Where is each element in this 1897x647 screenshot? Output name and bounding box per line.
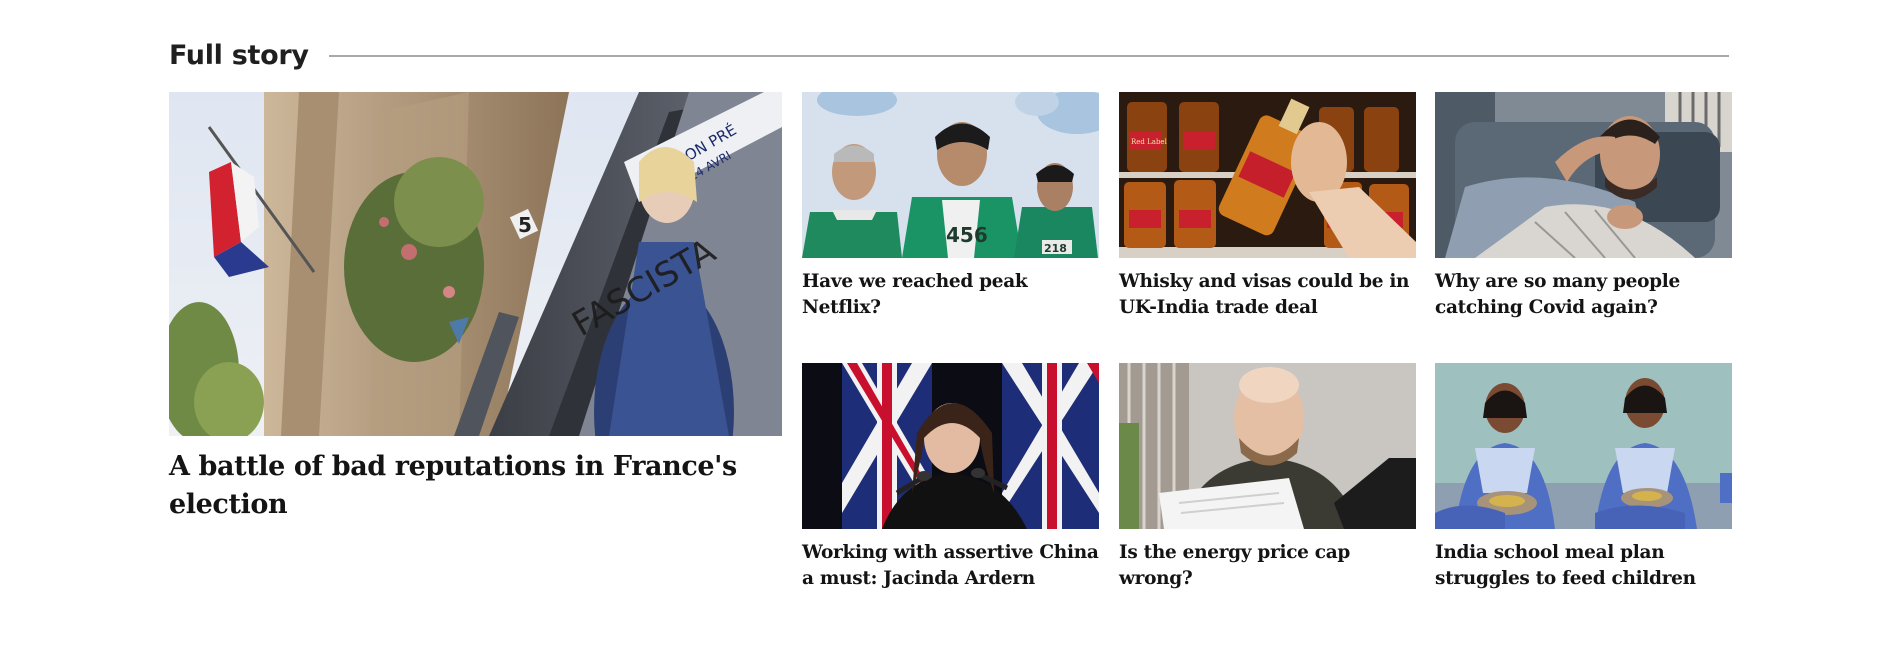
story-card-headline[interactable]: Whisky and visas could be in UK-India tr… [1119,269,1416,321]
section-header: Full story [169,36,1729,74]
story-card-whisky[interactable]: Red Label Whisky and visas could be in U… [1119,92,1416,321]
story-card-image[interactable]: 456 218 [802,92,1099,258]
story-card-headline[interactable]: Have we reached peak Netflix? [802,269,1099,321]
netflix-jersey-2-number: 218 [1044,242,1067,255]
netflix-jersey-number: 456 [946,223,988,247]
story-card-image[interactable] [802,363,1099,529]
story-card-covid[interactable]: Why are so many people catching Covid ag… [1435,92,1732,321]
lead-story-headline[interactable]: A battle of bad reputations in France's … [169,448,782,524]
story-card-image[interactable] [1435,92,1732,258]
story-card-image[interactable]: Red Label [1119,92,1416,258]
section-title: Full story [169,39,309,71]
story-card-headline[interactable]: Working with assertive China a must: Jac… [802,540,1099,592]
story-card-netflix[interactable]: 456 218 Have we reached peak Netflix? [802,92,1099,321]
story-card-image[interactable] [1119,363,1416,529]
story-card-headline[interactable]: India school meal plan struggles to feed… [1435,540,1732,592]
story-card-headline[interactable]: Is the energy price cap wrong? [1119,540,1416,592]
story-card-image[interactable] [1435,363,1732,529]
lead-poster-number-text: 5 [518,213,532,237]
story-card-india-meal[interactable]: India school meal plan struggles to feed… [1435,363,1732,592]
lead-story[interactable]: ELECTION PRÉ 10 ET 24 AVRI 5 FASCISTA A … [169,92,782,524]
story-card-energy[interactable]: Is the energy price cap wrong? [1119,363,1416,592]
lead-story-image[interactable]: ELECTION PRÉ 10 ET 24 AVRI 5 FASCISTA [169,92,782,436]
whisky-label-text: Red Label [1131,138,1168,146]
story-card-headline[interactable]: Why are so many people catching Covid ag… [1435,269,1732,321]
story-grid: ELECTION PRÉ 10 ET 24 AVRI 5 FASCISTA A … [169,92,1732,612]
full-story-section: Full story ELECTION PRÉ 24 AVRI 5 FASCIS… [169,36,1732,589]
section-divider [328,55,1729,57]
story-card-ardern[interactable]: Working with assertive China a must: Jac… [802,363,1099,592]
